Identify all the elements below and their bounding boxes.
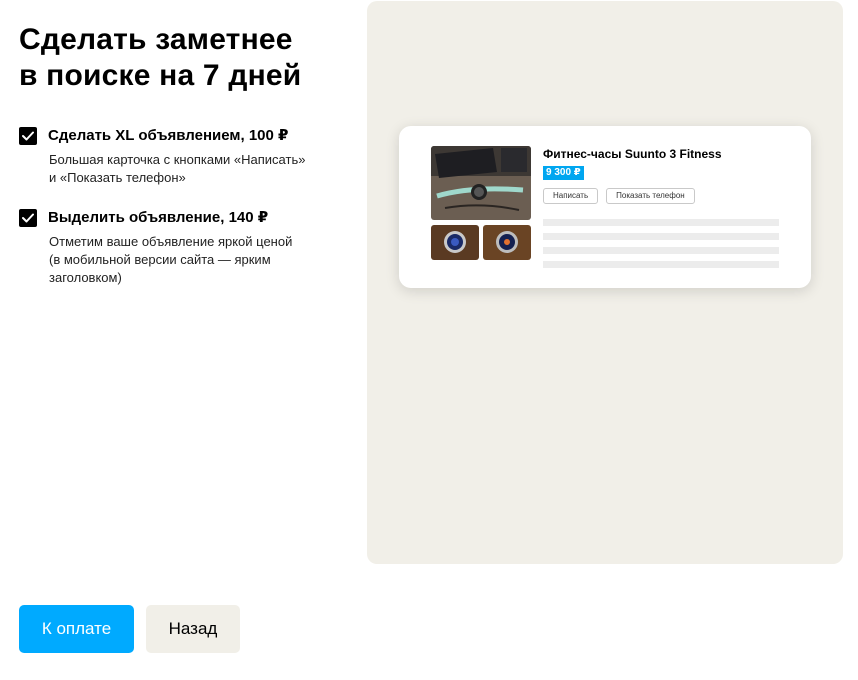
listing-card-preview: Фитнес-часы Suunto 3 Fitness 9 300 ₽ Нап… xyxy=(399,126,811,288)
option-label: Выделить объявление, 140 ₽ xyxy=(48,209,269,226)
checkmark-icon xyxy=(22,213,34,223)
text-placeholder xyxy=(543,261,779,268)
checkmark-icon xyxy=(22,131,34,141)
write-button: Написать xyxy=(543,188,599,204)
option-label: Сделать XL объявлением, 100 ₽ xyxy=(48,127,289,144)
text-placeholder xyxy=(543,247,779,254)
option-description: Отметим ваше объявление яркой ценой (в м… xyxy=(49,234,293,285)
back-button[interactable]: Назад xyxy=(146,605,240,653)
option-highlight[interactable]: Выделить объявление, 140 ₽ Отметим ваше … xyxy=(19,208,349,287)
option-xl[interactable]: Сделать XL объявлением, 100 ₽ Большая ка… xyxy=(19,126,349,187)
listing-thumb-photo xyxy=(431,225,479,260)
listing-price: 9 300 ₽ xyxy=(543,166,584,180)
page-title: Сделать заметнее в поиске на 7 дней xyxy=(19,23,302,92)
show-phone-button: Показать телефон xyxy=(606,188,695,204)
option-description: Большая карточка с кнопками «Написать» и… xyxy=(49,152,306,185)
checkbox-highlight[interactable] xyxy=(19,209,37,227)
listing-title: Фитнес-часы Suunto 3 Fitness xyxy=(543,147,722,161)
text-placeholder xyxy=(543,219,779,226)
listing-main-photo xyxy=(431,146,531,220)
listing-thumb-photo xyxy=(483,225,531,260)
pay-button[interactable]: К оплате xyxy=(19,605,134,653)
checkbox-xl[interactable] xyxy=(19,127,37,145)
text-placeholder xyxy=(543,233,779,240)
preview-panel: Фитнес-часы Suunto 3 Fitness 9 300 ₽ Нап… xyxy=(367,1,843,564)
